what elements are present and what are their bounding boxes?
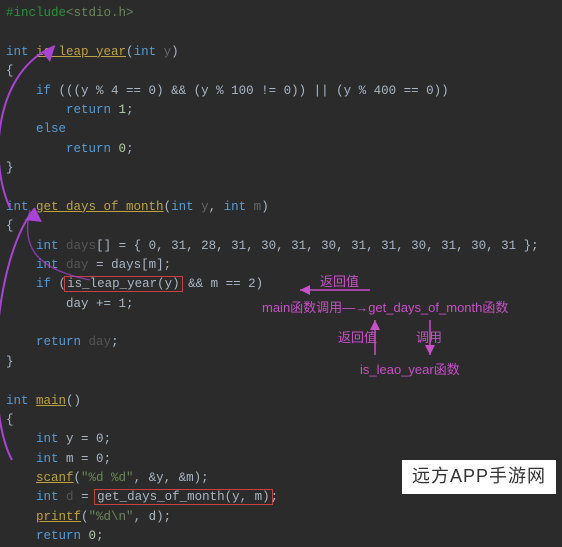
kw-int: int [6,200,29,214]
kw-int: int [36,490,59,504]
code-line: if (is_leap_year(y) && m == 2) [6,275,556,294]
code-line [6,314,556,333]
fn-get-days-of-month: get_days_of_month [36,200,164,214]
kw-if: if [36,277,51,291]
m-eq-2: m == 2 [211,277,256,291]
kw-int: int [134,45,157,59]
printf-fmt: "%d\n" [89,510,134,524]
var-d: d [66,490,74,504]
code-line: { [6,217,556,236]
preproc-directive: #include [6,6,66,20]
var-day: day [66,258,89,272]
code-line: { [6,411,556,430]
code-line: } [6,159,556,178]
code-line: #include<stdio.h> [6,4,556,23]
num-0: 0 [89,529,97,543]
kw-int: int [36,452,59,466]
scanf-args: , &y, &m [134,471,194,485]
ret-day: day [89,335,112,349]
code-line: int days[] = { 0, 31, 28, 31, 30, 31, 30… [6,237,556,256]
y0: y = 0 [66,432,104,446]
kw-return: return [66,103,111,117]
call-is-leap-year: is_leap_year(y) [64,276,183,292]
scanf-fmt: "%d %d" [81,471,134,485]
code-line: int y = 0; [6,430,556,449]
code-line: int main() [6,392,556,411]
code-editor: #include<stdio.h> int is_leap_year(int y… [0,0,562,500]
call-get-days-of-month: get_days_of_month(y, m) [94,489,273,505]
fn-is-leap-year: is_leap_year [36,45,126,59]
code-line: day += 1; [6,295,556,314]
days-init: { 0, 31, 28, 31, 30, 31, 30, 31, 31, 30,… [134,239,532,253]
day-assign: days[m] [111,258,164,272]
kw-return: return [36,335,81,349]
code-line: return 0; [6,527,556,546]
kw-int: int [6,45,29,59]
num-0: 0 [119,142,127,156]
leap-cond: (((y % 4 == 0) && (y % 100 != 0)) || (y … [59,84,449,98]
code-line: else [6,120,556,139]
kw-int: int [36,432,59,446]
kw-int: int [171,200,194,214]
fn-scanf: scanf [36,471,74,485]
code-line: if (((y % 4 == 0) && (y % 100 != 0)) || … [6,82,556,101]
code-line [6,372,556,391]
param-y: y [164,45,172,59]
num-1: 1 [119,103,127,117]
code-line [6,23,556,42]
code-line: int day = days[m]; [6,256,556,275]
code-line: return 1; [6,101,556,120]
preproc-arg: <stdio.h> [66,6,134,20]
code-line [6,178,556,197]
code-line: return day; [6,333,556,352]
kw-int: int [224,200,247,214]
kw-else: else [36,122,66,136]
kw-int: int [36,258,59,272]
day-inc: day += 1 [66,297,126,311]
fn-printf: printf [36,510,81,524]
code-line: int is_leap_year(int y) [6,43,556,62]
code-line: return 0; [6,140,556,159]
kw-if: if [36,84,51,98]
code-line: printf("%d\n", d); [6,508,556,527]
kw-int: int [36,239,59,253]
watermark: 远方APP手游网 [402,460,556,494]
var-days: days [66,239,96,253]
fn-main: main [36,394,66,408]
code-line: } [6,353,556,372]
printf-args: , d [134,510,157,524]
kw-return: return [66,142,111,156]
param-y: y [201,200,209,214]
code-line: { [6,62,556,81]
kw-return: return [36,529,81,543]
m0: m = 0 [66,452,104,466]
kw-int: int [6,394,29,408]
code-line: int get_days_of_month(int y, int m) [6,198,556,217]
